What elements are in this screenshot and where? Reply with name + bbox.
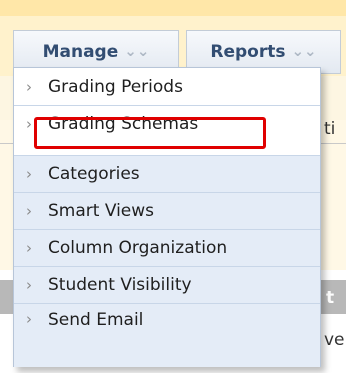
reports-label: Reports [210,42,286,62]
manage-label: Manage [42,42,119,62]
chevron-right-icon: › [26,165,32,183]
double-chevron-down-icon: ⌄⌄ [291,41,317,60]
menu-item-send-email[interactable]: › Send Email [14,303,320,367]
clipped-text-1: ti [324,119,336,139]
chevron-right-icon: › [26,202,32,220]
menu-item-label: Grading Schemas [48,114,199,134]
menu-item-student-visibility[interactable]: › Student Visibility [14,266,320,303]
clipped-text-2: t [326,288,335,308]
chevron-right-icon: › [26,310,32,328]
menu-item-categories[interactable]: › Categories [14,155,320,192]
menu-item-label: Student Visibility [48,275,192,295]
menu-item-label: Smart Views [48,201,155,221]
menu-item-label: Categories [48,164,140,184]
menu-item-label: Grading Periods [48,76,183,97]
menu-item-label: Send Email [48,310,144,330]
chevron-right-icon: › [26,276,32,294]
top-bar [0,0,346,16]
chevron-right-icon: › [26,77,32,96]
menu-item-label: Column Organization [48,238,228,258]
menu-item-grading-schemas[interactable]: › Grading Schemas [14,105,320,142]
double-chevron-down-icon: ⌄⌄ [124,41,150,60]
menu-item-smart-views[interactable]: › Smart Views [14,192,320,229]
menu-item-column-organization[interactable]: › Column Organization [14,229,320,266]
chevron-right-icon: › [26,115,32,133]
clipped-text-3: ve [324,330,345,350]
manage-dropdown-menu: › Grading Periods › Grading Schemas › Ca… [13,67,321,367]
menu-item-grading-periods[interactable]: › Grading Periods [14,68,320,105]
chevron-right-icon: › [26,239,32,257]
